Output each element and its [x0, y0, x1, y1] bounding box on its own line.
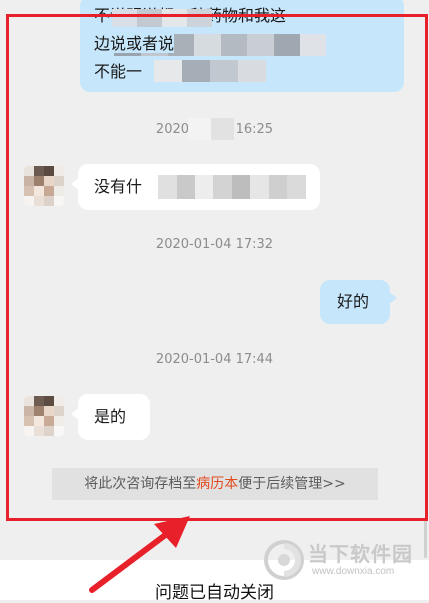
privacy-mosaic: [158, 175, 306, 199]
doctor-avatar[interactable]: [24, 166, 64, 206]
message-text: 是的: [94, 407, 127, 426]
message-text: 没有什: [94, 177, 143, 196]
watermark-url: www.downxia.com: [312, 566, 395, 577]
doctor-avatar[interactable]: [24, 396, 64, 436]
message-text: 边说或者说: [94, 34, 175, 53]
scrollbar[interactable]: [424, 520, 427, 558]
watermark-name: 当下软件园: [308, 542, 413, 566]
archive-to-medical-record-link[interactable]: 将此次咨询存档至病历本便于后续管理>>: [52, 468, 378, 500]
medical-record-highlight: 病历本: [196, 476, 239, 492]
archive-suffix: 便于后续管理>>: [238, 476, 346, 492]
privacy-mosaic: [188, 118, 234, 140]
message-bubble-incoming[interactable]: 没有什: [71, 164, 320, 210]
watermark-logo-icon: [264, 540, 304, 580]
chat-area[interactable]: 问题已经结束咨询 不说明说都三种药物和我这 边说或者说 不能一 2020-01-…: [0, 0, 429, 560]
message-text: 不能一: [94, 62, 143, 81]
archive-prefix: 将此次咨询存档至: [84, 476, 197, 492]
message-bubble-incoming[interactable]: 是的: [71, 394, 150, 440]
message-text: 好的: [337, 292, 370, 311]
privacy-mosaic: [154, 60, 266, 82]
message-bubble-outgoing[interactable]: 不说明说都三种药物和我这 边说或者说 不能一: [80, 0, 404, 92]
message-bubble-outgoing[interactable]: 好的: [320, 280, 397, 324]
message-timestamp: 2020-01-04 17:44: [155, 352, 274, 367]
site-watermark: 当下软件园 www.downxia.com: [262, 536, 422, 586]
message-timestamp: 2020-01-04 17:32: [155, 237, 274, 252]
privacy-mosaic: [112, 8, 212, 27]
